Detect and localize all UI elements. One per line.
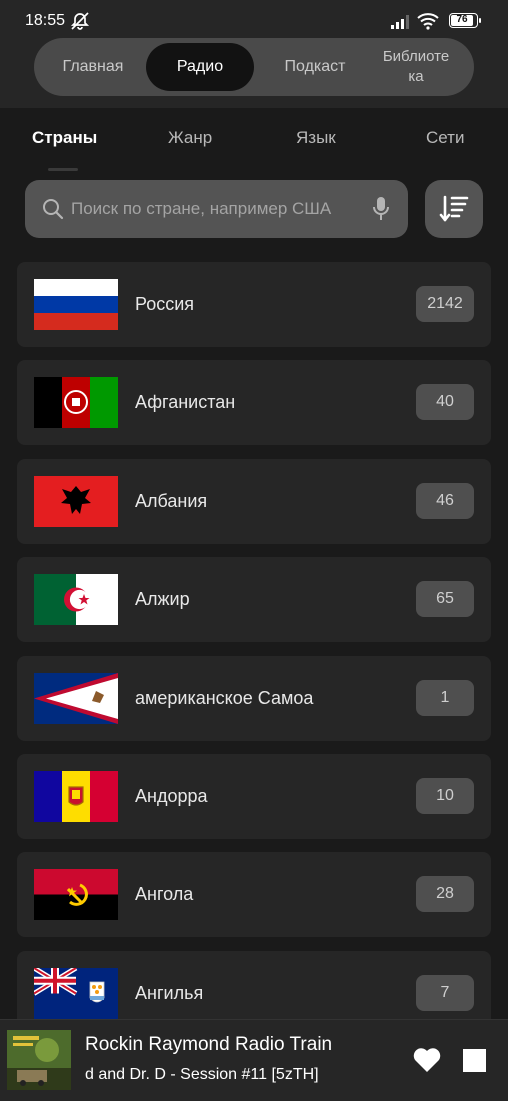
wifi-icon bbox=[417, 13, 439, 30]
country-row-albania[interactable]: Албания 46 bbox=[17, 458, 491, 544]
status-time: 18:55 bbox=[25, 12, 66, 29]
station-count-badge: 7 bbox=[416, 974, 474, 1011]
heart-icon[interactable] bbox=[413, 1047, 441, 1073]
country-row-afghanistan[interactable]: Афганистан 40 bbox=[17, 360, 491, 446]
country-name: Россия bbox=[135, 294, 195, 314]
battery-icon: 76 bbox=[449, 13, 481, 28]
station-count-badge: 10 bbox=[416, 777, 474, 814]
station-count-badge: 28 bbox=[416, 876, 474, 913]
country-subtabs: Страны Жанр Язык Сети bbox=[0, 118, 508, 158]
station-count-badge: 46 bbox=[416, 482, 474, 519]
station-count-badge: 1 bbox=[416, 679, 474, 716]
country-name: Афганистан bbox=[135, 392, 236, 413]
anguilla-flag-icon bbox=[34, 967, 118, 1019]
search-input[interactable] bbox=[71, 180, 361, 238]
sort-button[interactable] bbox=[425, 180, 483, 238]
country-row-andorra[interactable]: Андорра 10 bbox=[17, 753, 491, 839]
album-art bbox=[7, 1030, 71, 1090]
albania-flag-icon bbox=[34, 475, 118, 527]
american-samoa-flag-icon bbox=[34, 672, 118, 724]
search-icon bbox=[43, 199, 64, 220]
tab-radio[interactable]: Радио bbox=[146, 43, 254, 91]
subtab-networks[interactable]: Сети bbox=[426, 128, 464, 148]
battery-level: 76 bbox=[451, 15, 473, 26]
subtab-indicator bbox=[48, 168, 78, 171]
subtab-language[interactable]: Язык bbox=[296, 128, 336, 148]
main-nav: Главная Радио Подкаст Библиоте ка bbox=[34, 38, 474, 96]
station-count-badge: 40 bbox=[416, 384, 474, 421]
top-bar: 18:55 76 Главная Радио Подкаст Библиоте bbox=[0, 0, 508, 108]
subtab-countries[interactable]: Страны bbox=[32, 128, 97, 148]
microphone-icon[interactable] bbox=[372, 196, 390, 222]
now-playing-title: Rockin Raymond Radio Train bbox=[85, 1034, 333, 1055]
afghanistan-flag-icon bbox=[34, 377, 118, 429]
country-list: Россия 2142 Афганистан 40 Албания 46 Алж… bbox=[17, 262, 491, 1049]
mute-bell-icon bbox=[70, 12, 90, 30]
country-name: Албания bbox=[135, 490, 208, 511]
sort-icon bbox=[439, 195, 469, 222]
subtab-genre[interactable]: Жанр bbox=[168, 128, 212, 148]
station-count-badge: 2142 bbox=[416, 286, 474, 322]
now-playing-subtitle: d and Dr. D - Session #11 [5zTH] bbox=[85, 1066, 319, 1083]
country-name: американское Самоа bbox=[135, 687, 314, 708]
mini-player[interactable]: Rockin Raymond Radio Train d and Dr. D -… bbox=[0, 1019, 508, 1101]
search-box[interactable] bbox=[25, 180, 408, 238]
signal-icon bbox=[391, 15, 409, 29]
country-row-angola[interactable]: Ангола 28 bbox=[17, 852, 491, 938]
tab-home[interactable]: Главная bbox=[34, 38, 152, 96]
country-name: Алжир bbox=[135, 589, 190, 610]
algeria-flag-icon bbox=[34, 574, 118, 626]
country-name: Андорра bbox=[135, 785, 208, 806]
andorra-flag-icon bbox=[34, 770, 118, 822]
station-count-badge: 65 bbox=[416, 581, 474, 618]
tab-library-label: Библиоте ка bbox=[382, 48, 450, 85]
stop-icon[interactable] bbox=[463, 1049, 486, 1072]
tab-library[interactable]: Библиоте ка bbox=[374, 38, 458, 96]
country-row-russia[interactable]: Россия 2142 bbox=[17, 262, 491, 347]
angola-flag-icon bbox=[34, 869, 118, 921]
country-row-american-samoa[interactable]: американское Самоа 1 bbox=[17, 655, 491, 741]
country-row-algeria[interactable]: Алжир 65 bbox=[17, 557, 491, 643]
tab-podcast[interactable]: Подкаст bbox=[260, 38, 370, 96]
country-name: Ангола bbox=[135, 884, 194, 905]
russia-flag-icon bbox=[34, 279, 118, 330]
